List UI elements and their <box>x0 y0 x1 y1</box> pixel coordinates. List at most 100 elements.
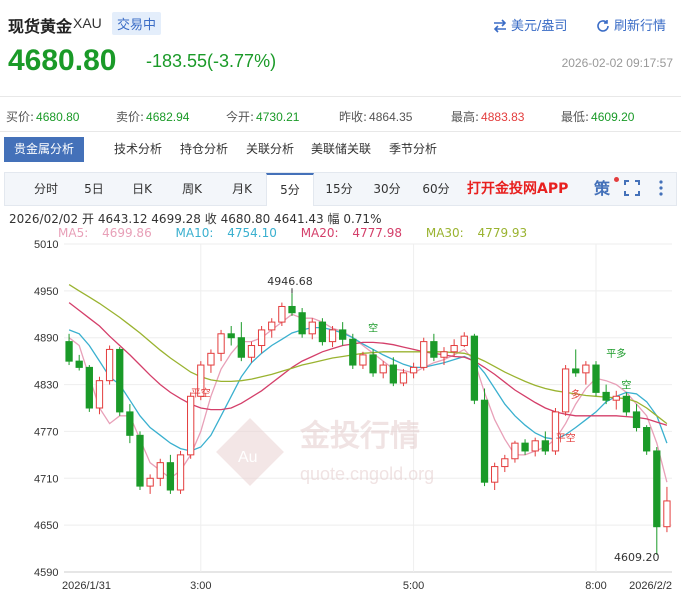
stat-prev-close: 昨收: 4864.35 <box>339 108 412 125</box>
instrument-code: XAU <box>73 15 102 31</box>
period-weekly[interactable]: 周K <box>167 173 217 206</box>
candle-down <box>480 399 489 483</box>
period-30min[interactable]: 30分 <box>363 173 411 206</box>
candle-up <box>440 351 448 358</box>
candle-up <box>551 411 560 452</box>
trade-signal-label: 平空 <box>191 386 211 399</box>
candle-down <box>602 391 610 401</box>
candle-up <box>460 335 468 347</box>
trade-signal-label: 空 <box>368 322 378 335</box>
candle-down <box>237 337 245 358</box>
trade-signal-label: 平空 <box>556 432 576 445</box>
open-app-link[interactable]: 打开金投网APP <box>467 173 568 206</box>
candle-down <box>592 364 600 393</box>
refresh-label: 刷新行情 <box>614 19 667 34</box>
stat-open: 今开: 4730.21 <box>226 108 299 125</box>
amp-value: 0.71% <box>343 212 382 226</box>
close-label: 收 <box>204 212 217 226</box>
candle-up <box>450 345 458 353</box>
period-intraday[interactable]: 分时 <box>21 173 71 206</box>
y-tick-label: 5010 <box>34 239 58 251</box>
candle-up <box>95 380 104 409</box>
candle-up <box>156 462 164 479</box>
stat-label: 买价: <box>6 110 35 124</box>
candlestick-chart[interactable]: Au 金投行情 quote.cngold.org 4590 4650 4710 477… <box>0 238 681 594</box>
trade-signal-label: 空 <box>621 379 631 392</box>
candle-down <box>318 321 327 343</box>
tab-seasonal[interactable]: 季节分析 <box>389 137 437 162</box>
candle-up <box>268 321 276 331</box>
candle-up <box>612 395 620 401</box>
annotations: 4946.684609.20平空空多平空平多空 <box>191 275 660 564</box>
stat-value: 4682.94 <box>146 110 190 124</box>
candle-down <box>369 354 377 374</box>
candle-down <box>85 366 93 409</box>
trade-signal-label: 平多 <box>606 347 626 360</box>
more-icon[interactable] <box>653 180 669 200</box>
period-bar: 分时 5日 日K 周K 月K 5分 15分 30分 60分 打开金投网APP 策 <box>4 172 677 206</box>
period-5min[interactable]: 5分 <box>266 173 314 206</box>
candle-up <box>207 352 215 366</box>
candle-up <box>105 348 114 382</box>
currency-unit-button[interactable]: 美元/盎司 <box>493 15 567 34</box>
x-tick-label: 2026/1/31 <box>62 580 111 592</box>
tab-correlation[interactable]: 关联分析 <box>246 137 294 162</box>
candle-down <box>339 329 347 340</box>
stat-label: 昨收: <box>339 110 368 124</box>
stat-high: 最高: 4883.83 <box>451 108 524 125</box>
stat-value: 4680.80 <box>36 110 80 124</box>
candle-down <box>116 348 124 413</box>
candle-up <box>409 366 418 374</box>
quote-stats: 买价: 4680.80 卖价: 4682.94 今开: 4730.21 昨收: 4864… <box>0 96 681 132</box>
tab-technical[interactable]: 技术分析 <box>114 137 162 162</box>
stat-label: 卖价: <box>116 110 145 124</box>
amp-label: 幅 <box>327 212 340 226</box>
candle-down <box>430 341 438 358</box>
candle-up <box>187 395 195 456</box>
low-marker-label: 4609.20 <box>614 551 660 564</box>
tab-precious-metals[interactable]: 贵金属分析 <box>4 137 85 162</box>
watermark: Au 金投行情 quote.cngold.org <box>216 418 434 486</box>
y-axis: 4590 4650 4710 4770 4830 4890 4950 5010 <box>34 239 58 579</box>
period-monthly[interactable]: 月K <box>217 173 267 206</box>
candle-up <box>531 440 539 452</box>
tab-fed[interactable]: 美联储关联 <box>311 137 371 162</box>
close-value: 4680.80 <box>220 212 271 226</box>
y-tick-label: 4890 <box>34 333 58 345</box>
period-60min[interactable]: 60分 <box>411 173 461 206</box>
watermark-text: 金投行情 <box>299 419 420 454</box>
candle-up <box>278 305 286 323</box>
candle-up <box>308 321 316 335</box>
candle-up <box>247 345 256 358</box>
bar-info: 2026/02/02 开 4643.12 4699.28 收 4680.80 4… <box>9 210 381 227</box>
period-daily[interactable]: 日K <box>117 173 167 206</box>
fullscreen-icon[interactable] <box>621 180 643 200</box>
chart-grid <box>64 243 672 573</box>
analysis-tabs: 贵金属分析 技术分析 持仓分析 关联分析 美联储关联 季节分析 <box>0 137 681 163</box>
last-price: 4680.80 <box>8 44 117 77</box>
candle-down <box>65 341 73 362</box>
candle-up <box>511 442 519 460</box>
y-tick-label: 4710 <box>34 473 58 485</box>
stat-value: 4883.83 <box>481 110 525 124</box>
high-marker-label: 4946.68 <box>267 275 313 288</box>
candle-up <box>176 454 185 491</box>
candle-down <box>470 335 479 401</box>
candle-up <box>399 372 408 384</box>
period-5day[interactable]: 5日 <box>71 173 117 206</box>
period-15min[interactable]: 15分 <box>317 173 361 206</box>
candle-down <box>632 411 641 429</box>
candle-down <box>572 368 580 374</box>
y-tick-label: 4830 <box>34 380 58 392</box>
open-value: 4643.12 <box>97 212 148 226</box>
tab-positions[interactable]: 持仓分析 <box>180 137 228 162</box>
stat-label: 最低: <box>561 110 590 124</box>
candle-down <box>521 442 529 452</box>
stat-label: 最高: <box>451 110 480 124</box>
currency-unit-label: 美元/盎司 <box>511 19 568 34</box>
y-tick-label: 4650 <box>34 520 58 532</box>
strategy-icon[interactable]: 策 <box>591 180 613 200</box>
refresh-button[interactable]: 刷新行情 <box>596 15 666 34</box>
candle-down <box>298 312 306 335</box>
stat-ask: 卖价: 4682.94 <box>116 108 189 125</box>
